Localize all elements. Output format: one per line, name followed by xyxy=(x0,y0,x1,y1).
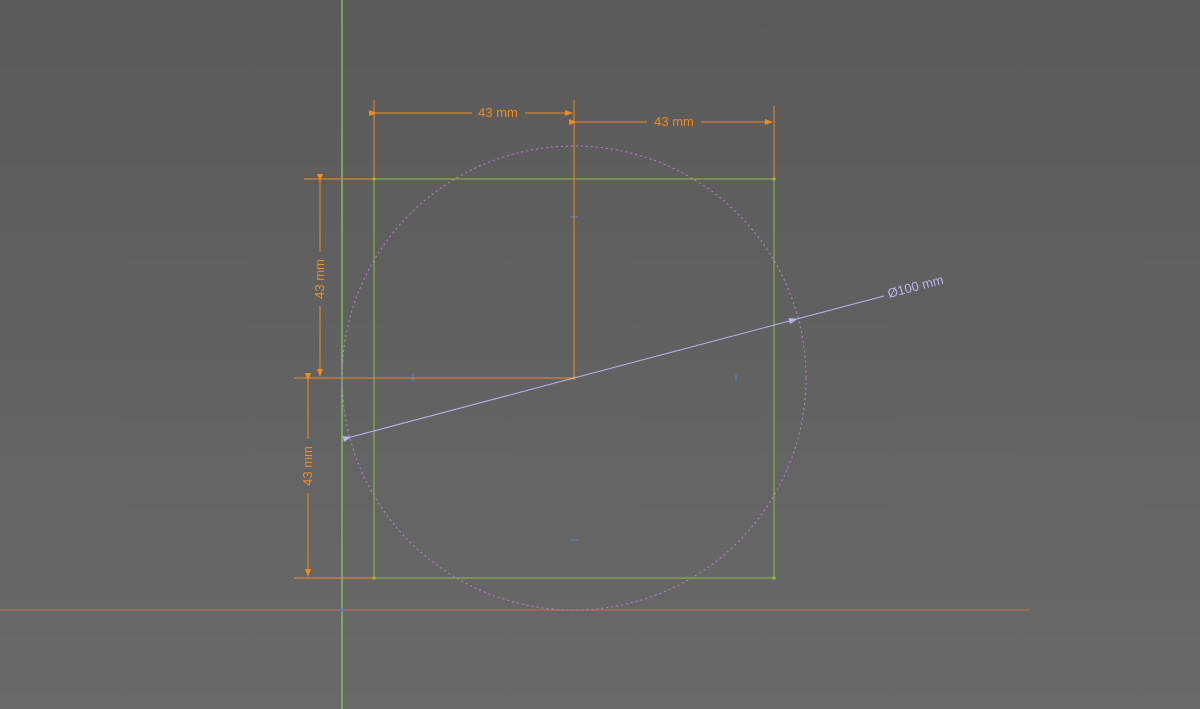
origin-point[interactable] xyxy=(340,608,344,612)
dim-label-left-upper[interactable]: 43 mm xyxy=(312,259,327,299)
sketch-canvas[interactable]: 43 mm 43 mm 43 mm 43 mm Ø100 mm xyxy=(0,0,1200,709)
dim-label-top-right[interactable]: 43 mm xyxy=(654,114,694,129)
dim-leader-diameter xyxy=(796,295,885,320)
dim-label-top-left[interactable]: 43 mm xyxy=(478,105,518,120)
dim-label-left-lower[interactable]: 43 mm xyxy=(300,446,315,486)
rect-corner-point[interactable] xyxy=(772,576,776,580)
dim-label-diameter[interactable]: Ø100 mm xyxy=(886,272,945,301)
